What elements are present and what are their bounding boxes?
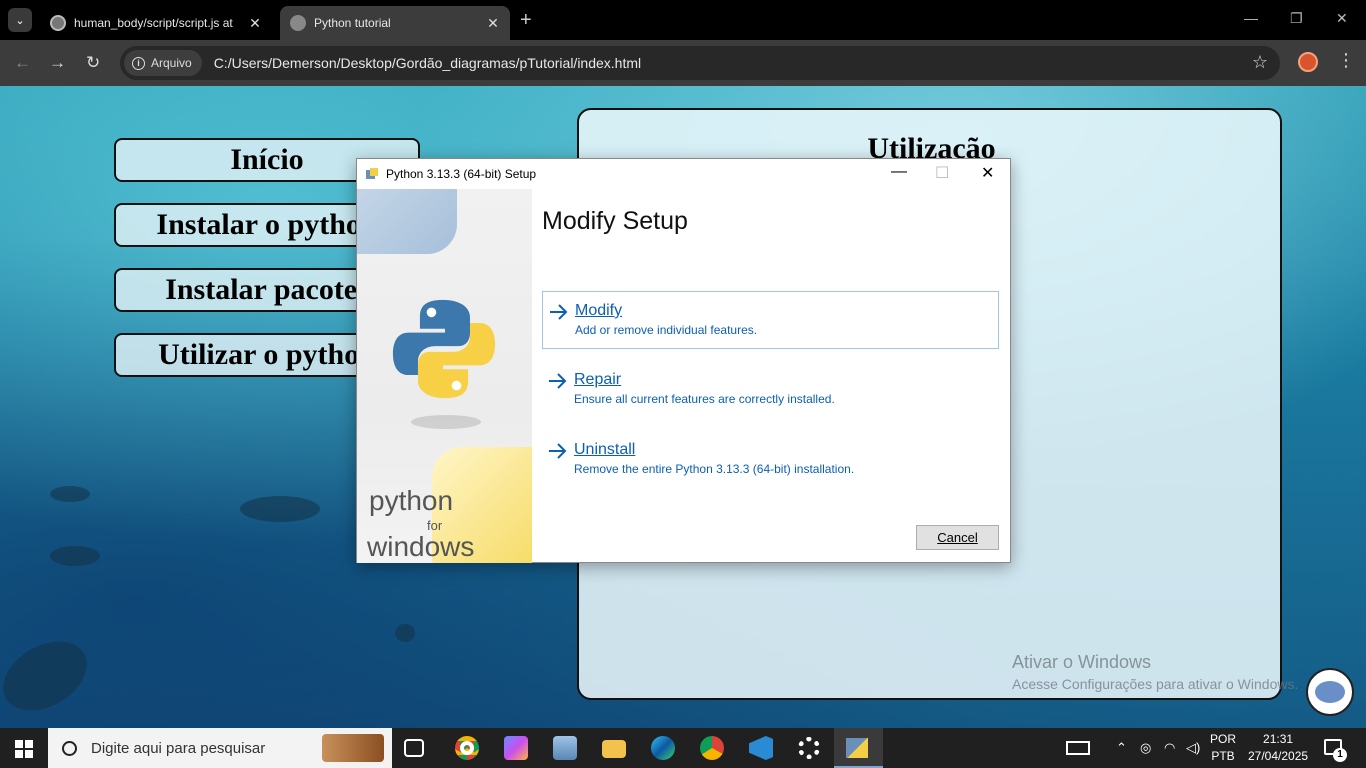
windows-taskbar: Digite aqui para pesquisar ⌃ ◎ ◠ ◁) POR … [0, 728, 1366, 768]
arrow-right-icon [549, 373, 567, 389]
globe-icon [290, 15, 306, 31]
site-info-button[interactable]: i Arquivo [124, 50, 202, 76]
reload-icon[interactable]: ↻ [86, 53, 100, 73]
floating-assistant-avatar[interactable] [1306, 668, 1354, 716]
windows-start-icon[interactable] [15, 740, 33, 758]
tab-title: human_body/script/script.js at [74, 16, 233, 30]
banner-text-python: python [369, 485, 454, 516]
keyboard-layout: PTB [1211, 749, 1235, 763]
browser-tab-strip: ⌄ human_body/script/script.js at ✕ Pytho… [0, 0, 1366, 40]
tab-search-button[interactable]: ⌄ [8, 8, 32, 32]
notification-count-badge: 1 [1333, 748, 1347, 762]
address-bar[interactable]: i Arquivo C:/Users/Demerson/Desktop/Gord… [120, 46, 1280, 80]
search-icon [62, 740, 77, 756]
info-icon: i [132, 56, 145, 70]
python-logo-icon [392, 299, 496, 399]
taskbar-search-box[interactable]: Digite aqui para pesquisar [48, 728, 392, 768]
file-explorer-icon[interactable] [602, 740, 626, 758]
tab-python-tutorial[interactable]: Python tutorial ✕ [280, 6, 510, 40]
option-description: Add or remove individual features. [575, 323, 758, 337]
tab-github[interactable]: human_body/script/script.js at ✕ [40, 6, 272, 40]
browser-toolbar: ← → ↻ i Arquivo C:/Users/Demerson/Deskto… [0, 40, 1366, 86]
search-placeholder: Digite aqui para pesquisar [91, 739, 266, 757]
window-restore-icon[interactable]: ❐ [1290, 10, 1303, 27]
task-view-icon[interactable] [404, 739, 424, 757]
python-setup-dialog: Python 3.13.3 (64-bit) Setup — ☐ ✕ pytho… [356, 158, 1011, 563]
vscode-icon[interactable] [749, 736, 773, 760]
url-text[interactable]: C:/Users/Demerson/Desktop/Gordão_diagram… [214, 55, 641, 71]
site-info-label: Arquivo [151, 56, 192, 70]
window-close-icon[interactable]: ✕ [1336, 10, 1348, 27]
edge-icon[interactable] [651, 736, 675, 760]
language-code: POR [1210, 732, 1237, 746]
chrome-icon[interactable] [455, 736, 479, 760]
dialog-heading: Modify Setup [542, 207, 688, 235]
activation-watermark-title: Ativar o Windows [1012, 652, 1152, 672]
browser-menu-icon[interactable]: ⋮ [1337, 50, 1355, 71]
tab-close-icon[interactable]: ✕ [486, 15, 500, 32]
fish-decoration [240, 496, 320, 522]
option-modify[interactable]: Modify Add or remove individual features… [542, 291, 999, 349]
fish-decoration [0, 627, 99, 725]
window-minimize-icon[interactable]: — [1244, 10, 1258, 26]
dialog-close-icon[interactable]: ✕ [981, 163, 994, 183]
dialog-side-banner: python for windows [357, 189, 532, 563]
installer-icon [846, 738, 868, 758]
tab-close-icon[interactable]: ✕ [248, 15, 262, 32]
fish-decoration [50, 486, 90, 502]
arrow-right-icon [550, 304, 568, 320]
chevron-down-icon: ⌄ [15, 14, 25, 27]
settings-gear-icon[interactable] [798, 737, 820, 759]
github-icon [50, 15, 66, 31]
installer-icon [366, 168, 378, 179]
clock-date: 27/04/2025 [1248, 749, 1309, 763]
language-indicator[interactable]: POR PTB [1210, 731, 1236, 765]
taskbar-clock[interactable]: 21:31 27/04/2025 [1248, 731, 1308, 765]
option-description: Remove the entire Python 3.13.3 (64-bit)… [574, 462, 855, 476]
clock-time: 21:31 [1263, 732, 1294, 746]
search-highlight-image [322, 734, 384, 762]
profile-avatar-icon[interactable] [1298, 52, 1318, 72]
back-arrow-icon[interactable]: ← [14, 53, 31, 73]
dialog-maximize-icon: ☐ [935, 165, 950, 182]
option-description: Ensure all current features are correctl… [574, 392, 835, 406]
option-uninstall[interactable]: Uninstall Remove the entire Python 3.13.… [542, 431, 999, 489]
banner-shape [357, 189, 457, 254]
fish-decoration [50, 546, 100, 566]
option-title[interactable]: Uninstall [574, 441, 635, 459]
option-repair[interactable]: Repair Ensure all current features are c… [542, 361, 999, 419]
bookmark-star-icon[interactable]: ☆ [1252, 52, 1268, 73]
arrow-right-icon [549, 443, 567, 459]
wifi-icon[interactable]: ◠ [1164, 740, 1175, 756]
dialog-titlebar[interactable]: Python 3.13.3 (64-bit) Setup — ☐ ✕ [357, 159, 1010, 189]
tab-title: Python tutorial [314, 16, 391, 30]
volume-icon[interactable]: ◁) [1186, 740, 1200, 756]
photos-icon[interactable] [553, 736, 577, 760]
dialog-title: Python 3.13.3 (64-bit) Setup [386, 167, 537, 181]
option-title[interactable]: Modify [575, 302, 622, 320]
taskbar-python-setup[interactable] [834, 728, 883, 768]
chrome-profile-icon[interactable] [700, 736, 724, 760]
tray-chevron-up-icon[interactable]: ⌃ [1116, 740, 1127, 756]
fish-decoration [395, 624, 415, 642]
news-widget-icon[interactable] [1066, 741, 1090, 755]
mascot-icon [1315, 681, 1345, 703]
dialog-minimize-icon[interactable]: — [891, 163, 907, 181]
meet-now-icon[interactable]: ◎ [1140, 740, 1151, 756]
cancel-button[interactable]: Cancel [916, 525, 999, 550]
logo-shadow [411, 415, 481, 429]
activation-watermark-subtitle: Acesse Configurações para ativar o Windo… [1012, 676, 1299, 692]
new-tab-button[interactable]: + [520, 10, 532, 30]
banner-text-windows: windows [367, 531, 475, 562]
option-title[interactable]: Repair [574, 371, 621, 389]
copilot-icon[interactable] [504, 736, 528, 760]
forward-arrow-icon[interactable]: → [49, 53, 66, 73]
